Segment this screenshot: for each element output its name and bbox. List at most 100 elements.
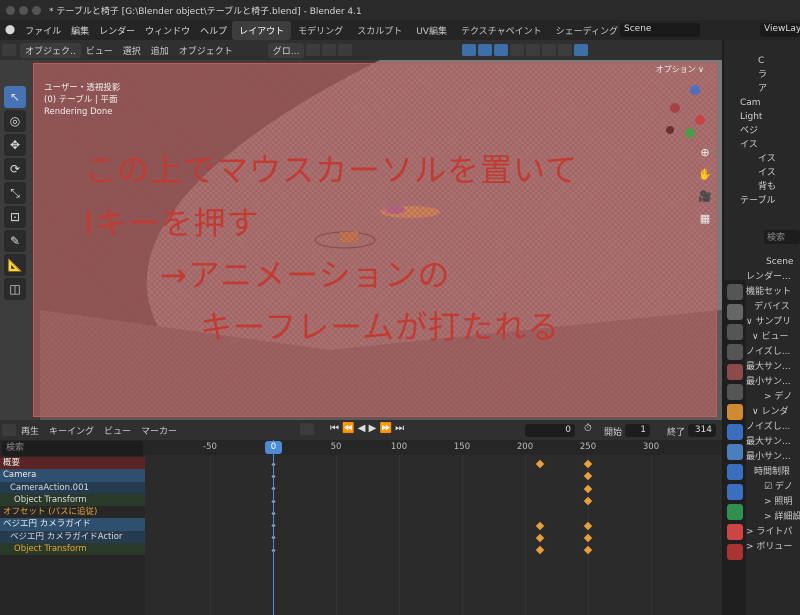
property-row[interactable]: 最大サン...	[746, 435, 800, 450]
outliner-row[interactable]: イス	[740, 138, 800, 152]
menu-render[interactable]: レンダー	[94, 24, 140, 37]
outliner-row[interactable]: ア	[758, 82, 800, 96]
panel-header[interactable]: ☑ デノ	[746, 480, 800, 495]
overlay-toggle-icon[interactable]	[494, 44, 509, 56]
editor-type-icon[interactable]	[2, 44, 16, 56]
outliner-row[interactable]: イス	[758, 166, 800, 180]
property-row[interactable]: 時間制限	[746, 465, 800, 480]
channel-row[interactable]: ベジエ円 カメラガイドActior	[0, 530, 145, 544]
output-tab-icon[interactable]	[727, 324, 743, 340]
world-tab-icon[interactable]	[727, 384, 743, 400]
tab-sculpt[interactable]: スカルプト	[350, 21, 409, 40]
keyframe-marker[interactable]	[583, 484, 593, 493]
menu-object[interactable]: オブジェクト	[174, 44, 238, 57]
scene-tab-icon[interactable]	[727, 364, 743, 380]
outliner-row[interactable]: ラ	[758, 68, 800, 82]
physics-tab-icon[interactable]	[727, 464, 743, 480]
current-frame-field[interactable]: 0	[525, 424, 575, 437]
channel-row[interactable]: 概要	[0, 457, 145, 470]
tab-texture-paint[interactable]: テクスチャペイント	[454, 21, 549, 40]
menu-file[interactable]: ファイル	[20, 24, 66, 37]
minimize-window-button[interactable]	[19, 5, 28, 15]
property-row[interactable]: 最小サン...	[746, 375, 800, 390]
menu-timeline-view[interactable]: ビュー	[99, 424, 136, 437]
material-shading-icon[interactable]	[558, 44, 573, 56]
annotate-tool-icon[interactable]: ✎	[4, 230, 26, 252]
outliner-row[interactable]: ベジ	[740, 124, 800, 138]
outliner-row[interactable]: Light	[740, 110, 800, 124]
grid-view-icon[interactable]: ▦	[697, 212, 713, 228]
close-window-button[interactable]	[6, 5, 15, 15]
channel-row[interactable]: オフセット (パスに追従)	[0, 506, 145, 518]
start-frame-field[interactable]: 1	[625, 424, 650, 437]
property-row[interactable]: 最小サン...	[746, 450, 800, 465]
timeline-editor-icon[interactable]	[2, 424, 16, 436]
view-layer-tab-icon[interactable]	[727, 344, 743, 360]
xray-toggle-icon[interactable]	[510, 44, 525, 56]
panel-header[interactable]: ∨ サンプリ	[746, 315, 800, 330]
property-row[interactable]: 最大サン...	[746, 360, 800, 375]
transform-tool-icon[interactable]: ⊡	[4, 206, 26, 228]
material-tab-icon[interactable]	[727, 524, 743, 540]
outliner-row[interactable]: イス	[758, 152, 800, 166]
wireframe-shading-icon[interactable]	[526, 44, 541, 56]
playhead-frame-label[interactable]: 0	[265, 441, 282, 454]
panel-header[interactable]: > 照明	[746, 495, 800, 510]
select-box-tool-icon[interactable]: ↖	[4, 86, 26, 108]
keyframe-marker[interactable]	[535, 546, 545, 555]
zoom-window-button[interactable]	[32, 5, 41, 15]
particles-tab-icon[interactable]	[727, 444, 743, 460]
3d-viewport[interactable]: ↖ ◎ ✥ ⟳ ⤡ ⊡ ✎ 📐 ◫ ユーザー・透視投影 (0) テーブル | 平…	[0, 60, 722, 420]
property-row[interactable]: ノイズし...	[746, 345, 800, 360]
outliner-row[interactable]: 背も	[758, 180, 800, 194]
solid-shading-icon[interactable]	[542, 44, 557, 56]
mode-selector[interactable]: オブジェク..	[20, 42, 81, 58]
view-layer-selector[interactable]: ViewLaye	[760, 23, 800, 37]
menu-keying[interactable]: キーイング	[44, 424, 99, 437]
frame-ruler[interactable]: -50 0 50 100 150 200 250 300	[145, 440, 722, 455]
proportional-edit-icon[interactable]	[338, 44, 353, 56]
constraints-tab-icon[interactable]	[727, 484, 743, 500]
keyframe-marker[interactable]	[583, 546, 593, 555]
tab-shading[interactable]: シェーディング	[549, 21, 625, 40]
keyframe-marker[interactable]	[535, 459, 545, 469]
keyframe-marker[interactable]	[583, 459, 593, 469]
channel-search-input[interactable]: 検索	[2, 441, 143, 456]
rotate-tool-icon[interactable]: ⟳	[4, 158, 26, 180]
property-row[interactable]: デバイス	[746, 300, 800, 315]
end-frame-field[interactable]: 314	[688, 424, 716, 437]
render-tab-icon[interactable]	[727, 304, 743, 320]
move-tool-icon[interactable]: ✥	[4, 134, 26, 156]
keyframe-marker[interactable]	[583, 472, 593, 481]
camera-view-icon[interactable]: 🎥	[697, 190, 713, 206]
keyframe-marker[interactable]	[583, 521, 593, 530]
channel-row[interactable]: CameraAction.001	[0, 481, 145, 494]
playhead[interactable]	[273, 440, 274, 615]
snap-icon[interactable]	[322, 44, 337, 56]
panel-header[interactable]: > ボリュー	[746, 540, 800, 555]
menu-window[interactable]: ウィンドウ	[140, 24, 195, 37]
outliner-row[interactable]: Cam	[740, 96, 800, 110]
menu-view[interactable]: ビュー	[81, 44, 118, 57]
menu-playback[interactable]: 再生	[16, 424, 44, 437]
scale-tool-icon[interactable]: ⤡	[4, 182, 26, 204]
panel-header[interactable]: ∨ ビュー	[746, 330, 800, 345]
visibility-icon[interactable]	[462, 44, 477, 56]
gizmo-toggle-icon[interactable]	[478, 44, 493, 56]
properties-search-input[interactable]: 検索	[764, 230, 800, 244]
tab-layout[interactable]: レイアウト	[232, 20, 292, 40]
menu-marker[interactable]: マーカー	[136, 424, 182, 437]
tab-uv-edit[interactable]: UV編集	[409, 21, 454, 40]
channel-row[interactable]: Object Transform	[0, 493, 145, 507]
dopesheet-area[interactable]: -50 0 50 100 150 200 250 300 0	[145, 440, 722, 615]
object-tab-icon[interactable]	[727, 404, 743, 420]
channel-row[interactable]: ベジエ円 カメラガイド	[0, 518, 145, 531]
add-cube-tool-icon[interactable]: ◫	[4, 278, 26, 300]
menu-edit[interactable]: 編集	[66, 24, 94, 37]
blender-logo-icon[interactable]: ⬤	[0, 25, 20, 35]
panel-header[interactable]: > デノ	[746, 390, 800, 405]
scene-selector[interactable]: Scene	[620, 23, 700, 37]
menu-select[interactable]: 選択	[118, 44, 146, 57]
menu-add[interactable]: 追加	[146, 44, 174, 57]
property-row[interactable]: 機能セット	[746, 285, 800, 300]
